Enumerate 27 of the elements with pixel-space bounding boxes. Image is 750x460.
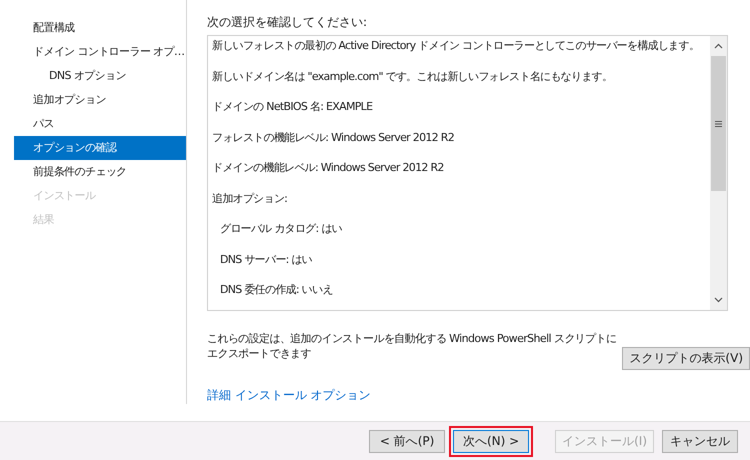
wizard-button[interactable]: < 前へ(P) <box>369 430 446 452</box>
sidebar-item[interactable]: 前提条件のチェック <box>14 160 186 184</box>
review-line: グローバル カタログ: はい <box>219 221 343 237</box>
export-note: これらの設定は、追加のインストールを自動化する Windows PowerShell スクリプトにエクスポートできます <box>207 331 618 361</box>
sidebar-item[interactable]: オプションの確認 <box>14 136 186 160</box>
sidebar-item[interactable]: DNS オプション <box>14 64 186 88</box>
scroll-down-icon[interactable] <box>714 297 723 303</box>
sidebar-item[interactable]: 追加オプション <box>14 88 186 112</box>
review-line: DNS サーバー: はい <box>219 252 313 268</box>
sidebar-item[interactable]: 配置構成 <box>14 16 186 40</box>
advanced-options-link[interactable]: 詳細 インストール オプション <box>207 387 371 404</box>
review-line: ドメインの NetBIOS 名: EXAMPLE <box>212 99 374 115</box>
sidebar-item[interactable]: パス <box>14 112 186 136</box>
review-line: 新しいフォレストの最初の Active Directory ドメイン コントローラーとしてこのサーバーを構成します。 <box>212 38 700 54</box>
review-line: フォレストの機能レベル: Windows Server 2012 R2 <box>212 130 456 146</box>
review-line: DNS 委任の作成: いいえ <box>219 282 334 298</box>
review-line: 追加オプション: <box>212 190 288 206</box>
review-line: 新しいドメイン名は "example.com" です。これは新しいフォレスト名にもなります。 <box>212 68 614 84</box>
scroll-thumb[interactable] <box>711 56 726 191</box>
wizard-button[interactable]: キャンセル <box>662 430 738 452</box>
scrollbar[interactable] <box>710 36 727 310</box>
view-script-button[interactable]: スクリプトの表示(V) <box>622 347 750 370</box>
grip-icon <box>715 120 722 126</box>
sidebar-item[interactable]: ドメイン コントローラー オプ… <box>14 40 186 64</box>
review-line: ドメインの機能レベル: Windows Server 2012 R2 <box>212 160 445 176</box>
review-heading: 次の選択を確認してください: <box>207 14 368 31</box>
scroll-up-icon[interactable] <box>714 43 723 49</box>
